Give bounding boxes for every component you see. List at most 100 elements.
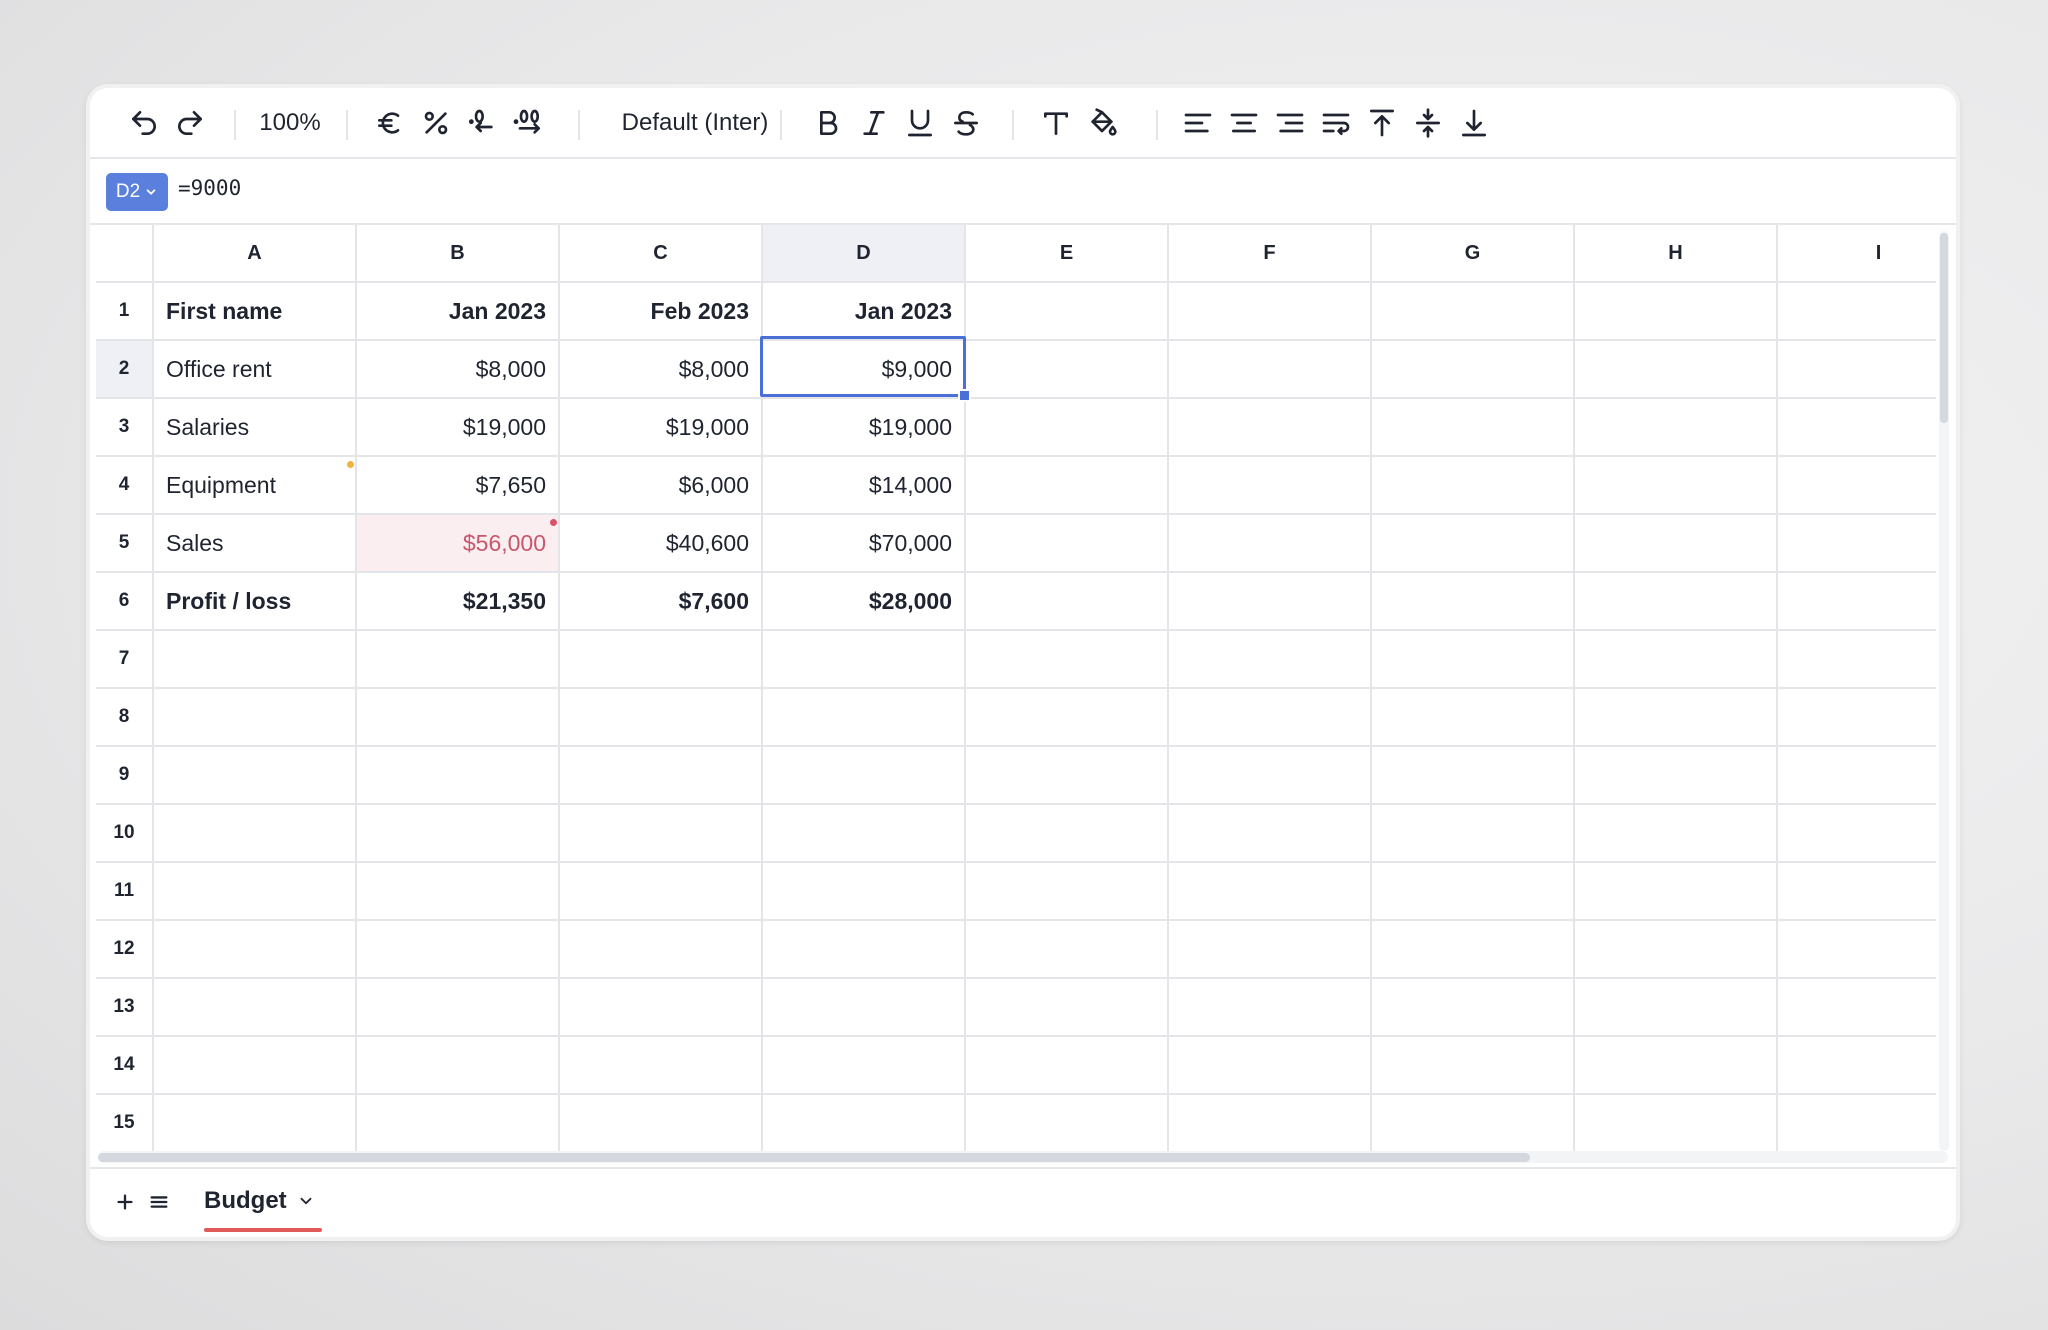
cell-i4[interactable] (1778, 457, 1936, 515)
cell-c3[interactable]: $19,000 (560, 399, 763, 457)
cell-d1[interactable]: Jan 2023 (763, 283, 966, 341)
column-header-i[interactable]: I (1778, 225, 1936, 283)
comment-indicator[interactable] (347, 461, 354, 468)
italic-icon[interactable] (854, 104, 894, 142)
cell-b14[interactable] (357, 1037, 560, 1095)
row-header[interactable]: 4 (96, 457, 154, 515)
row-header[interactable]: 12 (96, 921, 154, 979)
cell-g1[interactable] (1372, 283, 1575, 341)
cell-f10[interactable] (1169, 805, 1372, 863)
increase-decimal-icon[interactable] (508, 104, 548, 142)
cell-a2[interactable]: Office rent (154, 341, 357, 399)
cell-a7[interactable] (154, 631, 357, 689)
row-header[interactable]: 2 (96, 341, 154, 399)
cell-c15[interactable] (560, 1095, 763, 1151)
row-header[interactable]: 10 (96, 805, 154, 863)
cell-i1[interactable] (1778, 283, 1936, 341)
cell-f5[interactable] (1169, 515, 1372, 573)
cell-d8[interactable] (763, 689, 966, 747)
cell-e3[interactable] (966, 399, 1169, 457)
cell-i8[interactable] (1778, 689, 1936, 747)
fill-handle[interactable] (958, 389, 971, 402)
cell-g11[interactable] (1372, 863, 1575, 921)
cell-h6[interactable] (1575, 573, 1778, 631)
cell-c13[interactable] (560, 979, 763, 1037)
cell-i15[interactable] (1778, 1095, 1936, 1151)
cell-d2[interactable]: $9,000 (763, 341, 966, 399)
cell-i9[interactable] (1778, 747, 1936, 805)
cell-d15[interactable] (763, 1095, 966, 1151)
cell-a13[interactable] (154, 979, 357, 1037)
fill-color-icon[interactable] (1082, 104, 1122, 142)
cell-f3[interactable] (1169, 399, 1372, 457)
row-header[interactable]: 14 (96, 1037, 154, 1095)
cell-g9[interactable] (1372, 747, 1575, 805)
column-header-a[interactable]: A (154, 225, 357, 283)
cell-b1[interactable]: Jan 2023 (357, 283, 560, 341)
underline-icon[interactable] (900, 104, 940, 142)
cell-b11[interactable] (357, 863, 560, 921)
cell-g4[interactable] (1372, 457, 1575, 515)
vertical-scrollbar-thumb[interactable] (1940, 233, 1948, 423)
select-all-corner[interactable] (96, 225, 154, 283)
cell-e10[interactable] (966, 805, 1169, 863)
cell-e12[interactable] (966, 921, 1169, 979)
cell-e1[interactable] (966, 283, 1169, 341)
cell-g5[interactable] (1372, 515, 1575, 573)
column-header-h[interactable]: H (1575, 225, 1778, 283)
cell-g12[interactable] (1372, 921, 1575, 979)
row-header[interactable]: 9 (96, 747, 154, 805)
cell-e2[interactable] (966, 341, 1169, 399)
cell-h1[interactable] (1575, 283, 1778, 341)
decrease-decimal-icon[interactable] (462, 104, 502, 142)
cell-e15[interactable] (966, 1095, 1169, 1151)
cell-c6[interactable]: $7,600 (560, 573, 763, 631)
cell-a15[interactable] (154, 1095, 357, 1151)
cell-c5[interactable]: $40,600 (560, 515, 763, 573)
cell-h9[interactable] (1575, 747, 1778, 805)
vertical-scrollbar[interactable] (1939, 231, 1949, 1151)
cell-c8[interactable] (560, 689, 763, 747)
cell-f2[interactable] (1169, 341, 1372, 399)
cell-f12[interactable] (1169, 921, 1372, 979)
cell-d13[interactable] (763, 979, 966, 1037)
cell-h4[interactable] (1575, 457, 1778, 515)
cell-b7[interactable] (357, 631, 560, 689)
cell-c1[interactable]: Feb 2023 (560, 283, 763, 341)
cell-f13[interactable] (1169, 979, 1372, 1037)
cell-c7[interactable] (560, 631, 763, 689)
cell-b2[interactable]: $8,000 (357, 341, 560, 399)
cell-d5[interactable]: $70,000 (763, 515, 966, 573)
cell-f4[interactable] (1169, 457, 1372, 515)
row-header[interactable]: 11 (96, 863, 154, 921)
column-header-e[interactable]: E (966, 225, 1169, 283)
cell-i7[interactable] (1778, 631, 1936, 689)
cell-h7[interactable] (1575, 631, 1778, 689)
row-header[interactable]: 3 (96, 399, 154, 457)
cell-c12[interactable] (560, 921, 763, 979)
align-middle-icon[interactable] (1408, 104, 1448, 142)
cell-e8[interactable] (966, 689, 1169, 747)
cell-b5[interactable]: $56,000 (357, 515, 560, 573)
add-sheet-icon[interactable] (112, 1189, 138, 1215)
cell-c11[interactable] (560, 863, 763, 921)
cell-f7[interactable] (1169, 631, 1372, 689)
cell-f11[interactable] (1169, 863, 1372, 921)
cell-i5[interactable] (1778, 515, 1936, 573)
horizontal-scrollbar-thumb[interactable] (98, 1153, 1530, 1162)
row-header[interactable]: 5 (96, 515, 154, 573)
cell-a5[interactable]: Sales (154, 515, 357, 573)
cell-a6[interactable]: Profit / loss (154, 573, 357, 631)
cell-h5[interactable] (1575, 515, 1778, 573)
column-header-c[interactable]: C (560, 225, 763, 283)
wrap-text-icon[interactable] (1316, 104, 1356, 142)
font-family-select[interactable]: Default (Inter) (600, 104, 790, 142)
cell-b15[interactable] (357, 1095, 560, 1151)
cell-d9[interactable] (763, 747, 966, 805)
error-indicator[interactable] (550, 519, 557, 526)
horizontal-scrollbar[interactable] (98, 1151, 1948, 1163)
cell-h10[interactable] (1575, 805, 1778, 863)
cell-e7[interactable] (966, 631, 1169, 689)
cell-g7[interactable] (1372, 631, 1575, 689)
cell-d4[interactable]: $14,000 (763, 457, 966, 515)
